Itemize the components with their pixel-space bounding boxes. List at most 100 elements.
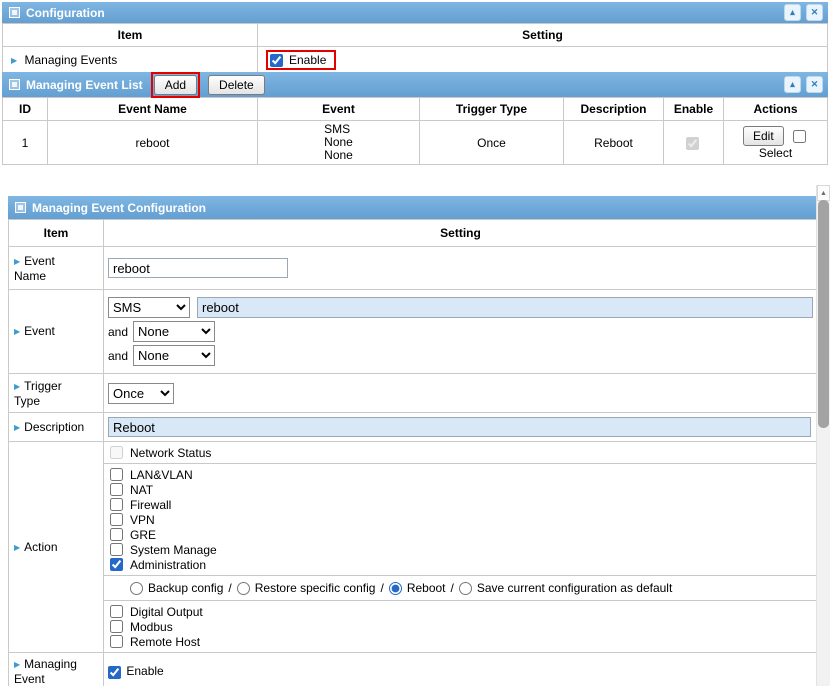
- system-manage-label: System Manage: [130, 543, 217, 557]
- reboot-radio[interactable]: [389, 582, 402, 595]
- managing-event-enable-checkbox[interactable]: [108, 666, 121, 679]
- lan-vlan-option: LAN&VLAN: [110, 467, 811, 482]
- event-line: None: [324, 149, 353, 162]
- modbus-checkbox[interactable]: [110, 620, 123, 633]
- system-manage-option: System Manage: [110, 542, 811, 557]
- close-button[interactable]: ✕: [806, 4, 823, 21]
- event-list-header-row: ID Event Name Event Trigger Type Descrip…: [3, 98, 828, 121]
- managing-events-row: ▶ Managing Events Enable: [3, 47, 828, 74]
- description-input[interactable]: [108, 417, 811, 437]
- event-name-label: Event Name: [14, 254, 55, 283]
- event-label: Event: [24, 324, 55, 338]
- scroll-up-button[interactable]: ▲: [817, 185, 830, 201]
- event-name-input[interactable]: [108, 258, 288, 278]
- backup-config-radio[interactable]: [130, 582, 143, 595]
- managing-event-item-cell: ▶Managing Event: [9, 653, 104, 686]
- network-status-checkbox: [110, 446, 123, 459]
- remote-host-label: Remote Host: [130, 635, 200, 649]
- column-header-enable: Enable: [664, 98, 724, 121]
- digital-output-option: Digital Output: [110, 604, 811, 619]
- managing-event-configuration-panel: Managing Event Configuration Item Settin…: [8, 196, 818, 686]
- cell-description: Reboot: [564, 121, 664, 165]
- modbus-option: Modbus: [110, 619, 811, 634]
- administration-action-section: Backup config / Restore specific config …: [104, 576, 817, 601]
- remote-host-checkbox[interactable]: [110, 635, 123, 648]
- gre-label: GRE: [130, 528, 156, 542]
- reboot-option: Reboot: [389, 581, 446, 595]
- managing-event-configuration-title: Managing Event Configuration: [32, 201, 206, 215]
- event-type-select[interactable]: SMS: [108, 297, 190, 318]
- column-header-description: Description: [564, 98, 664, 121]
- close-button[interactable]: ✕: [806, 76, 823, 93]
- remote-host-option: Remote Host: [110, 634, 811, 649]
- restore-config-radio[interactable]: [237, 582, 250, 595]
- event-name-setting-cell: [104, 247, 818, 290]
- config-table-header-row: Item Setting: [9, 220, 818, 247]
- scrollbar[interactable]: ▲: [816, 185, 830, 686]
- digital-output-label: Digital Output: [130, 605, 203, 619]
- gre-checkbox[interactable]: [110, 528, 123, 541]
- event-and1-select[interactable]: None: [133, 321, 215, 342]
- column-header-event-name: Event Name: [48, 98, 258, 121]
- column-header-item: Item: [3, 24, 258, 47]
- digital-output-checkbox[interactable]: [110, 605, 123, 618]
- collapse-button[interactable]: ▴: [784, 4, 801, 21]
- managing-events-enable-label: Enable: [289, 53, 326, 67]
- reboot-label: Reboot: [407, 581, 446, 595]
- event-list-row: 1 reboot SMS None None Once Reboot Edit: [3, 121, 828, 165]
- network-status-option: Network Status: [110, 445, 811, 460]
- lan-vlan-checkbox[interactable]: [110, 468, 123, 481]
- configuration-panel-header: Configuration ▴ ✕: [2, 2, 828, 23]
- action-group-section: LAN&VLAN NAT Firewall: [104, 464, 817, 576]
- separator: /: [451, 581, 454, 595]
- scrollbar-thumb[interactable]: [818, 200, 829, 428]
- gre-option: GRE: [110, 527, 811, 542]
- scroll-region: Managing Event Configuration Item Settin…: [0, 185, 830, 686]
- cell-trigger-type: Once: [420, 121, 564, 165]
- annotation-highlight-add: Add: [151, 72, 200, 98]
- firewall-checkbox[interactable]: [110, 498, 123, 511]
- delete-button[interactable]: Delete: [208, 75, 265, 95]
- event-and2-select[interactable]: None: [133, 345, 215, 366]
- trigger-type-item-cell: ▶Trigger Type: [9, 374, 104, 413]
- column-header-event: Event: [258, 98, 420, 121]
- event-condition-3: and None: [108, 345, 813, 366]
- row-select-checkbox[interactable]: [793, 130, 806, 143]
- trigger-type-select[interactable]: Once: [108, 383, 174, 404]
- nat-checkbox[interactable]: [110, 483, 123, 496]
- managing-events-enable-checkbox[interactable]: [270, 54, 283, 67]
- edit-button[interactable]: Edit: [743, 126, 784, 146]
- panel-icon: [15, 202, 26, 213]
- vpn-label: VPN: [130, 513, 155, 527]
- description-row: ▶Description: [9, 413, 818, 442]
- cell-event: SMS None None: [258, 121, 420, 165]
- administration-label: Administration: [130, 558, 206, 572]
- collapse-button[interactable]: ▴: [784, 76, 801, 93]
- action-row: ▶Action Network Status LAN&V: [9, 442, 818, 653]
- firewall-option: Firewall: [110, 497, 811, 512]
- vpn-checkbox[interactable]: [110, 513, 123, 526]
- annotation-highlight-enable: Enable: [266, 50, 336, 70]
- event-value-input[interactable]: [197, 297, 813, 318]
- panel-icon: [9, 79, 20, 90]
- collapse-icon: ▴: [790, 8, 795, 17]
- configuration-table-header-row: Item Setting: [3, 24, 828, 47]
- managing-events-item-cell: ▶ Managing Events: [3, 47, 258, 74]
- select-label: Select: [759, 146, 792, 160]
- vpn-option: VPN: [110, 512, 811, 527]
- event-row: ▶Event SMS and None: [9, 290, 818, 374]
- managing-events-label: Managing Events: [25, 53, 118, 67]
- add-button[interactable]: Add: [154, 75, 197, 95]
- administration-checkbox[interactable]: [110, 558, 123, 571]
- system-manage-checkbox[interactable]: [110, 543, 123, 556]
- trigger-type-label: Trigger Type: [14, 379, 62, 408]
- bullet-icon: ▶: [14, 543, 20, 552]
- action-label: Action: [24, 540, 57, 554]
- description-label: Description: [24, 420, 84, 434]
- close-icon: ✕: [811, 8, 819, 17]
- event-configuration-table: Item Setting ▶Event Name ▶Event: [8, 219, 818, 686]
- column-header-trigger-type: Trigger Type: [420, 98, 564, 121]
- modbus-label: Modbus: [130, 620, 173, 634]
- save-default-radio[interactable]: [459, 582, 472, 595]
- column-header-item: Item: [9, 220, 104, 247]
